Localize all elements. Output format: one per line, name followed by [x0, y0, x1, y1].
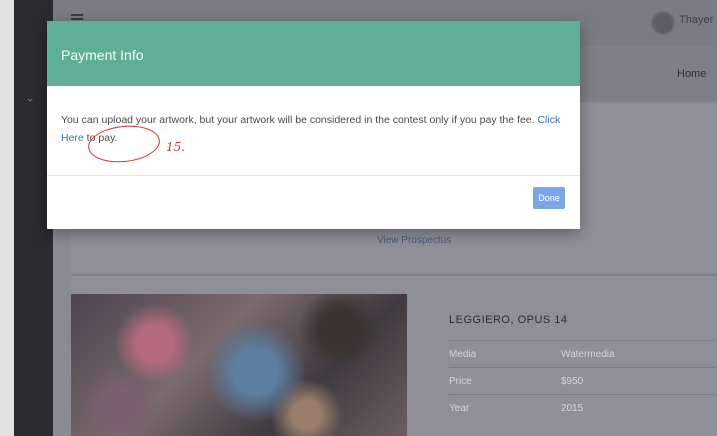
detail-value: Watermedia: [561, 348, 615, 360]
modal-message: You can upload your artwork, but your ar…: [61, 111, 566, 147]
artwork-title: LEGGIERO, OPUS 14: [449, 314, 568, 326]
modal-title: Payment Info: [61, 47, 144, 63]
modal-header: Payment Info: [47, 21, 580, 86]
payment-info-modal: Payment Info You can upload your artwork…: [47, 21, 580, 229]
detail-row-price: Price $950: [449, 367, 717, 394]
artwork-details: LEGGIERO, OPUS 14 Media Watermedia Price…: [449, 314, 717, 421]
detail-row-media: Media Watermedia: [449, 340, 717, 367]
divider: [71, 274, 717, 276]
user-name[interactable]: Thayer I: [679, 14, 717, 26]
chevron-right-icon[interactable]: ›: [24, 98, 36, 102]
detail-row-year: Year 2015: [449, 394, 717, 421]
modal-footer-divider: [47, 175, 580, 176]
detail-label: Media: [449, 348, 477, 360]
modal-message-suffix: to pay.: [83, 132, 118, 144]
nav-home-link[interactable]: Home: [677, 68, 706, 80]
photo-edge: [0, 0, 14, 436]
avatar[interactable]: [651, 11, 675, 35]
handwritten-step-number: 15.: [166, 140, 186, 154]
done-button[interactable]: Done: [533, 187, 565, 209]
artwork-image[interactable]: [71, 294, 407, 436]
detail-value: $950: [561, 375, 584, 387]
modal-message-text: You can upload your artwork, but your ar…: [61, 114, 538, 126]
view-prospectus-link[interactable]: View Prospectus: [377, 235, 451, 246]
detail-value: 2015: [561, 402, 584, 414]
detail-label: Price: [449, 375, 472, 387]
detail-label: Year: [449, 402, 470, 414]
